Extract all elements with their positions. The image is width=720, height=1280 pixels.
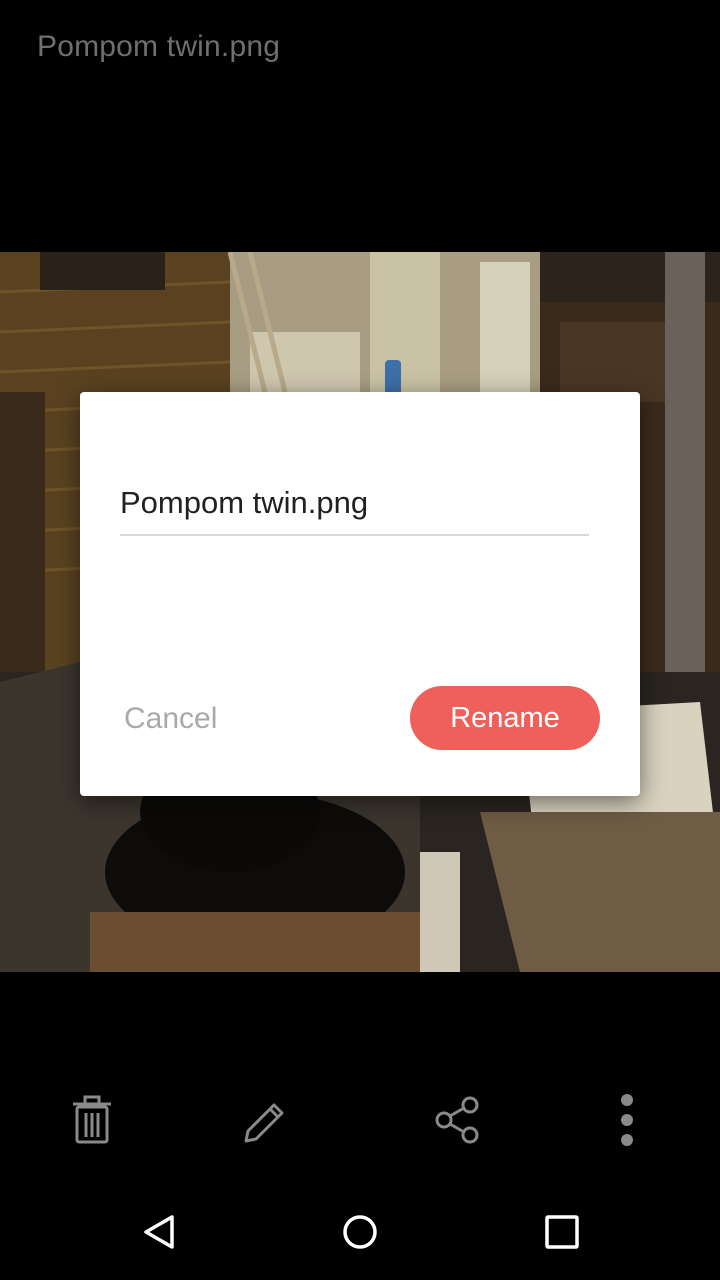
pencil-icon[interactable] <box>237 1092 293 1148</box>
rename-dialog: Cancel Rename <box>80 392 640 796</box>
file-title: Pompom twin.png <box>37 30 281 63</box>
system-nav-bar <box>0 1184 720 1280</box>
home-icon[interactable] <box>330 1202 390 1262</box>
recents-icon[interactable] <box>532 1202 592 1262</box>
cancel-button[interactable]: Cancel <box>120 692 221 746</box>
rename-button[interactable]: Rename <box>410 686 600 750</box>
more-vert-icon[interactable] <box>599 1092 655 1148</box>
share-icon[interactable] <box>429 1092 485 1148</box>
screen: Pompom twin.png Pompom twin.png Cancel R… <box>0 0 720 1280</box>
filename-input[interactable] <box>120 478 589 536</box>
bottom-action-bar <box>0 1070 720 1170</box>
back-icon[interactable] <box>130 1202 190 1262</box>
trash-icon[interactable] <box>64 1092 120 1148</box>
